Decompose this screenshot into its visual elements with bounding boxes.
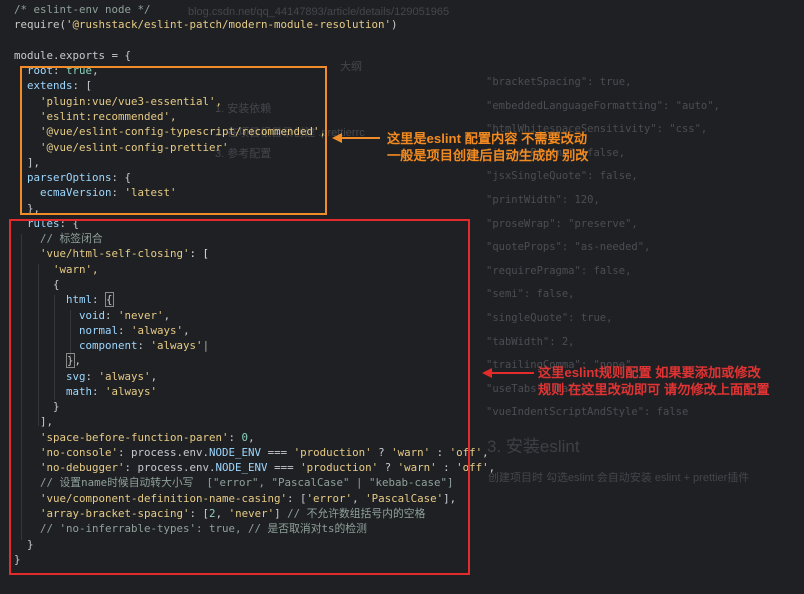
red-arrow-icon: [482, 368, 534, 378]
code-line: }: [14, 538, 34, 551]
code-line: ecmaVersion: 'latest': [40, 186, 177, 199]
code-line: 'eslint:recommended',: [14, 110, 177, 123]
code-line: 'no-console': process.env.NODE_ENV === '…: [40, 446, 489, 459]
code-line: normal: 'always',: [79, 324, 190, 337]
code-line: parserOptions: {: [27, 171, 132, 184]
code-line: math: 'always': [66, 385, 158, 398]
code-line: },: [14, 202, 41, 215]
code-area[interactable]: /* eslint-env node */ require('@rushstac…: [0, 0, 804, 594]
code-line: extends: [: [27, 79, 93, 92]
rules-annotation-line-1: 这里eslint规则配置 如果要添加或修改: [538, 365, 761, 380]
code-line: ],: [14, 156, 41, 169]
code-line: 'warn',: [14, 263, 99, 276]
rules-annotation: 这里eslint规则配置 如果要添加或修改 规则 在这里改动即可 请勿修改上面配置: [538, 364, 770, 398]
code-line: require('@rushstack/eslint-patch/modern-…: [14, 18, 398, 31]
code-line: 'plugin:vue/vue3-essential',: [14, 95, 223, 108]
code-line: 'array-bracket-spacing': [2, 'never'] //…: [40, 507, 426, 520]
code-line: 'no-debugger': process.env.NODE_ENV === …: [40, 461, 496, 474]
code-line: // 'no-inferrable-types': true, // 是否取消对…: [14, 522, 367, 535]
code-line: svg: 'always',: [66, 370, 158, 383]
orange-arrow-icon: [332, 133, 380, 143]
code-line: ],: [14, 415, 54, 428]
code-line: '@vue/eslint-config-typescript/recommend…: [14, 125, 327, 138]
code-line: {: [14, 278, 60, 291]
code-line: '@vue/eslint-config-prettier': [14, 141, 229, 154]
code-line: 'vue/component-definition-name-casing': …: [40, 492, 457, 505]
code-line: }: [14, 553, 21, 566]
code-line: void: 'never',: [79, 309, 171, 322]
code-line: component: 'always'|: [79, 339, 210, 352]
code-line: html: {: [66, 292, 114, 307]
code-line: module.exports = {: [14, 49, 132, 62]
code-editor-screenshot: blog.csdn.net/qq_44147893/article/detail…: [0, 0, 804, 594]
code-line: /* eslint-env node */: [14, 3, 151, 16]
code-line: // 设置name时候自动转大小写 ["error", "PascalCase"…: [14, 476, 454, 489]
code-line: 'vue/html-self-closing': [: [14, 247, 210, 260]
code-line: 'space-before-function-paren': 0,: [40, 431, 255, 444]
config-annotation-line-1: 这里是eslint 配置内容 不需要改动: [387, 131, 588, 146]
config-annotation-line-2: 一般是项目创建后自动生成的 别改: [387, 148, 589, 163]
code-line: rules: {: [27, 217, 80, 230]
rules-annotation-line-2: 规则 在这里改动即可 请勿修改上面配置: [538, 382, 770, 397]
code-line: },: [66, 353, 82, 368]
code-line: }: [14, 400, 60, 413]
code-line: // 标签闭合: [14, 232, 103, 245]
code-line: root: true,: [27, 64, 99, 77]
config-annotation: 这里是eslint 配置内容 不需要改动 一般是项目创建后自动生成的 别改: [387, 130, 588, 164]
